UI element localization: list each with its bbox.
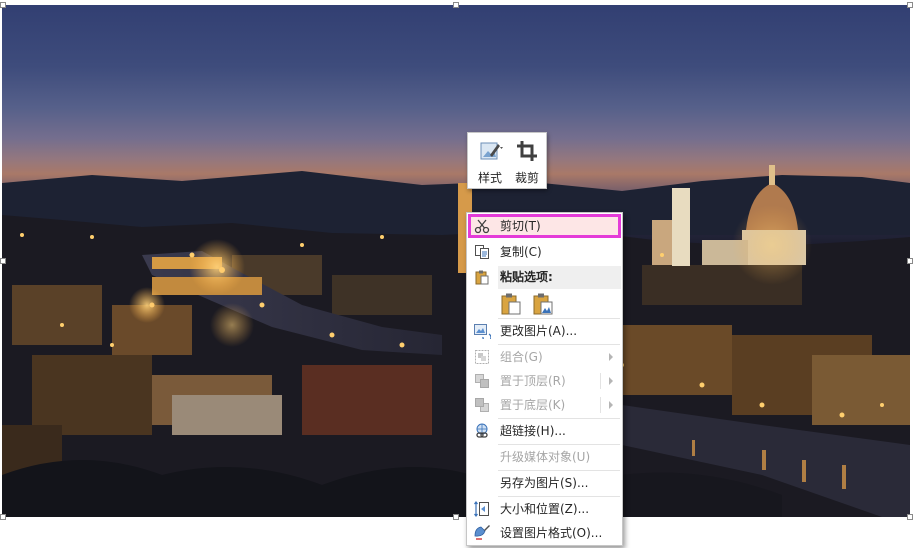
paste-keep-icon (501, 293, 521, 315)
submenu-arrow-icon[interactable] (609, 401, 613, 409)
crop-icon (517, 141, 537, 161)
menu-label-bring-to-front: 置于顶层(R) (500, 374, 566, 388)
clipboard-icon (470, 265, 494, 289)
selection-handle-bottom-right[interactable] (907, 514, 913, 520)
menu-item-cut[interactable]: 剪切(T) (468, 214, 621, 238)
menu-item-hyperlink[interactable]: 超链接(H)... (468, 419, 621, 443)
selection-handle-middle-right[interactable] (907, 258, 913, 264)
scissors-icon (470, 214, 494, 238)
submenu-arrow-icon[interactable] (609, 377, 613, 385)
menu-label-send-to-back: 置于底层(K) (500, 398, 566, 412)
menu-label-change-picture: 更改图片(A)... (500, 324, 578, 338)
menu-item-copy[interactable]: 复制(C) (468, 240, 621, 264)
style-button[interactable]: 样式 (472, 137, 508, 187)
split-divider (600, 397, 601, 413)
selection-handle-top-right[interactable] (907, 2, 913, 8)
crop-label: 裁剪 (514, 171, 539, 185)
menu-item-send-to-back[interactable]: 置于底层(K) (468, 393, 621, 417)
city-night-image (2, 165, 910, 517)
menu-item-bring-to-front[interactable]: 置于顶层(R) (468, 369, 621, 393)
style-icon (480, 142, 503, 160)
paste-options-header: 粘贴选项: (498, 266, 621, 289)
selection-handle-bottom-center[interactable] (453, 514, 459, 520)
submenu-arrow-icon (609, 353, 613, 361)
slide-picture[interactable] (2, 5, 910, 517)
group-icon (470, 345, 494, 369)
size-position-icon (470, 497, 494, 521)
mini-toolbar: 样式 裁剪 (467, 132, 547, 189)
menu-item-group[interactable]: 组合(G) (468, 345, 621, 369)
menu-label-cut: 剪切(T) (500, 219, 541, 233)
style-label: 样式 (477, 171, 502, 185)
context-menu: 剪切(T) 复制(C) 粘贴选项: 更改图片(A)... 组合(G) 置于顶层(… (466, 212, 623, 546)
selection-handle-top-left[interactable] (0, 2, 6, 8)
menu-label-copy: 复制(C) (500, 245, 542, 259)
paste-options-row (497, 291, 561, 317)
format-picture-icon (470, 521, 494, 545)
menu-label-group: 组合(G) (500, 350, 543, 364)
crop-button[interactable]: 裁剪 (509, 137, 545, 187)
send-back-icon (470, 393, 494, 417)
change-picture-icon (470, 319, 494, 343)
paste-as-picture-button[interactable] (529, 291, 557, 317)
hyperlink-icon (470, 419, 494, 443)
menu-item-format-picture[interactable]: 设置图片格式(O)... (468, 521, 621, 545)
split-divider (600, 373, 601, 389)
copy-icon (470, 240, 494, 264)
selection-handle-bottom-left[interactable] (0, 514, 6, 520)
menu-item-save-as-picture[interactable]: 另存为图片(S)... (468, 471, 621, 495)
menu-item-change-picture[interactable]: 更改图片(A)... (468, 319, 621, 343)
menu-label-hyperlink: 超链接(H)... (500, 424, 566, 438)
menu-item-size-position[interactable]: 大小和位置(Z)... (468, 497, 621, 521)
paste-picture-icon (533, 293, 553, 315)
menu-label-size-position: 大小和位置(Z)... (500, 502, 590, 516)
menu-label-format-picture: 设置图片格式(O)... (500, 526, 603, 540)
selection-handle-middle-left[interactable] (0, 258, 6, 264)
bring-front-icon (470, 369, 494, 393)
paste-options-label: 粘贴选项: (500, 270, 553, 284)
paste-keep-format-button[interactable] (497, 291, 525, 317)
menu-label-save-as-picture: 另存为图片(S)... (500, 476, 589, 490)
selection-handle-top-center[interactable] (453, 2, 459, 8)
menu-label-upgrade-media: 升级媒体对象(U) (500, 450, 591, 464)
menu-item-upgrade-media[interactable]: 升级媒体对象(U) (468, 445, 621, 469)
